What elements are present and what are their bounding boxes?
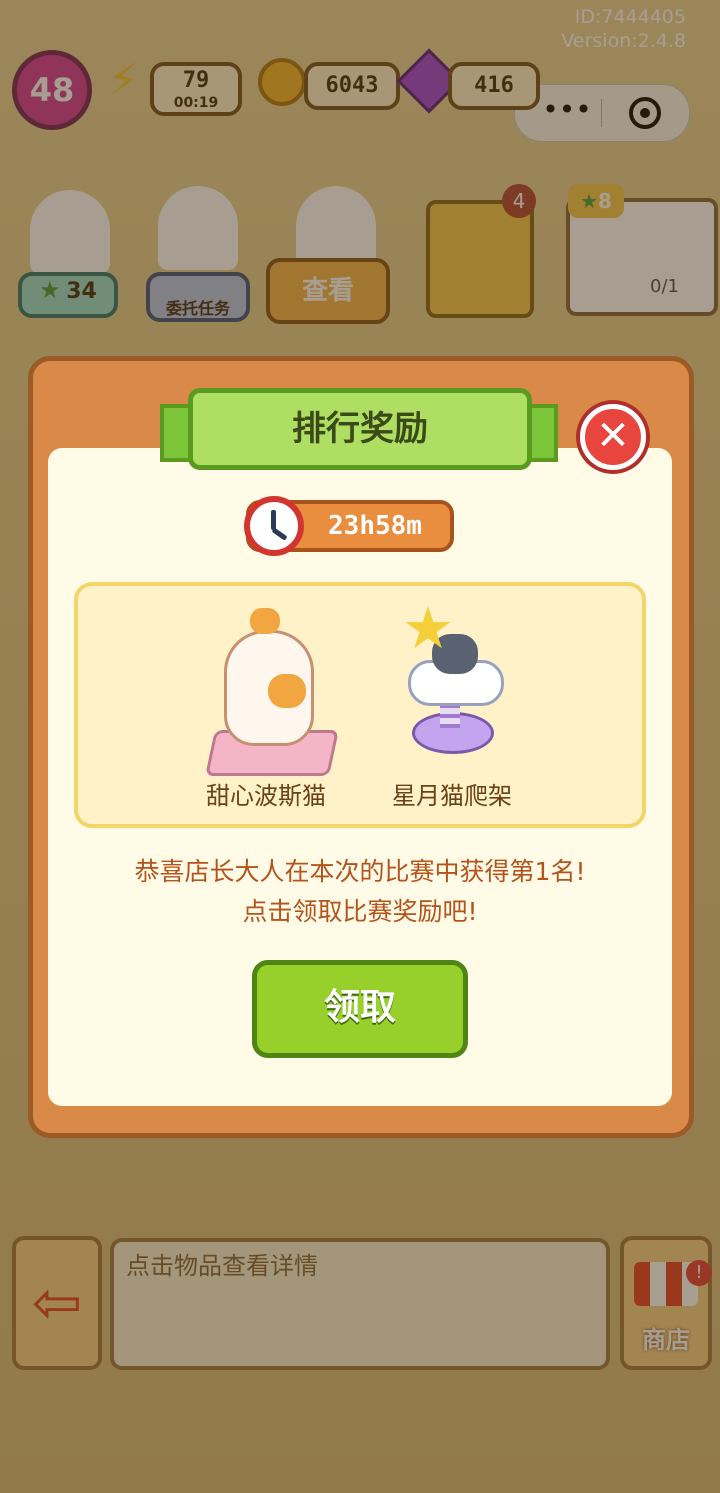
reward-name: 星月猫爬架 [392, 782, 512, 810]
reward-item[interactable]: ★ 星月猫爬架 [352, 599, 552, 820]
congrats-line-1: 恭喜店长大人在本次的比赛中获得第1名! [134, 857, 586, 886]
claim-button[interactable]: 领取 [252, 960, 468, 1058]
close-icon: ✕ [596, 413, 630, 459]
modal-title: 排行奖励 [292, 409, 428, 449]
congrats-line-2: 点击领取比赛奖励吧! [242, 897, 478, 926]
close-button[interactable]: ✕ [580, 404, 646, 470]
countdown-text: 23h58m [328, 511, 422, 541]
reward-item[interactable]: 甜心波斯猫 [166, 600, 366, 820]
congrats-message: 恭喜店长大人在本次的比赛中获得第1名! 点击领取比赛奖励吧! [60, 852, 660, 932]
reward-name: 甜心波斯猫 [206, 782, 326, 810]
clock-icon [244, 496, 304, 556]
